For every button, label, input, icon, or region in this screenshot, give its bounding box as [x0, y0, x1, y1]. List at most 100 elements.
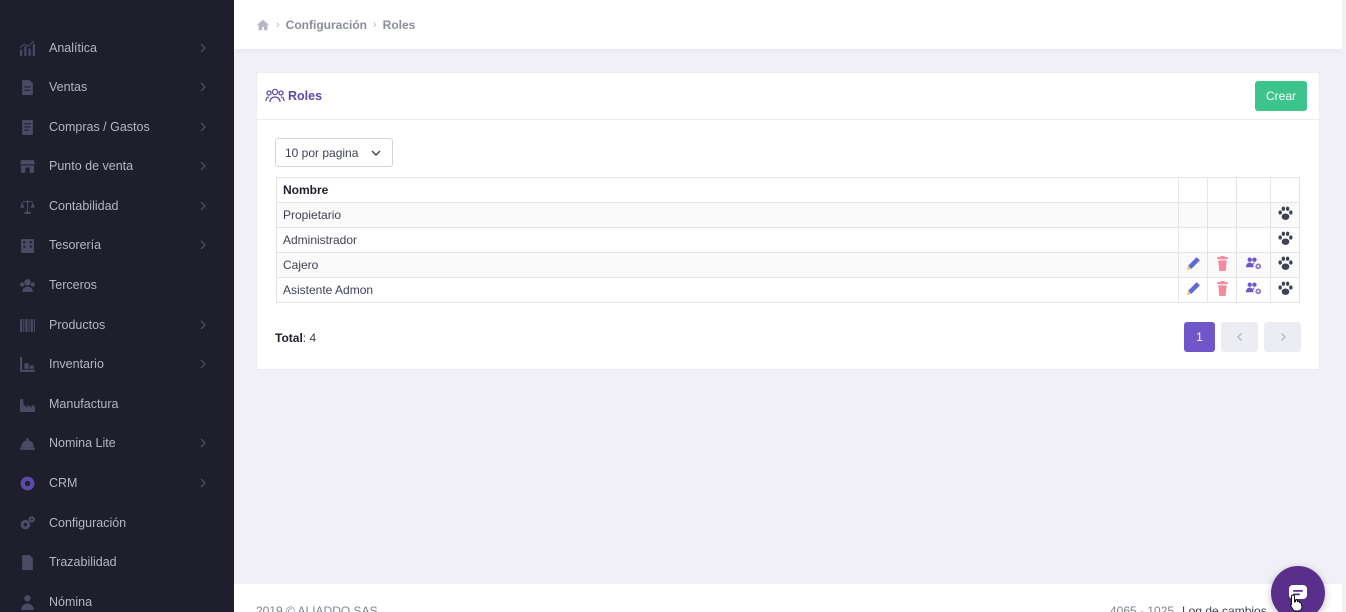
sidebar: Analítica Ventas Compras / Gastos Punto … — [0, 0, 234, 612]
per-page-select[interactable]: 10 por pagina — [275, 138, 393, 167]
sidebar-item-label: Terceros — [49, 278, 97, 292]
sidebar-item-compras[interactable]: Compras / Gastos — [0, 107, 234, 147]
trash-delete-icon[interactable] — [1213, 255, 1231, 273]
create-button[interactable]: Crear — [1255, 81, 1307, 111]
role-name: Cajero — [276, 252, 1179, 278]
role-name: Asistente Admon — [276, 277, 1179, 303]
scale-icon — [18, 197, 36, 215]
sidebar-item-manufactura[interactable]: Manufactura — [0, 384, 234, 424]
total-value: : 4 — [302, 331, 317, 345]
paw-permissions-icon[interactable] — [1276, 230, 1294, 248]
breadcrumb-item-roles: Roles — [382, 17, 416, 32]
sidebar-item-nomina-lite[interactable]: Nomina Lite — [0, 423, 234, 463]
breadcrumb-item-configuracion[interactable]: Configuración — [286, 18, 367, 32]
role-name: Propietario — [276, 202, 1179, 228]
hand-cursor-icon — [1289, 594, 1303, 612]
factory-icon — [18, 395, 36, 413]
column-header-users — [1236, 177, 1271, 203]
sidebar-item-label: Inventario — [49, 357, 104, 371]
empty-cell — [1207, 202, 1237, 228]
building-icon — [18, 236, 36, 254]
sidebar-item-productos[interactable]: Productos — [0, 305, 234, 345]
table-header-row: Nombre — [276, 177, 1300, 203]
sidebar-item-crm[interactable]: CRM — [0, 463, 234, 503]
next-page-button[interactable] — [1264, 322, 1301, 352]
sidebar-item-label: Nomina Lite — [49, 436, 116, 450]
empty-cell — [1236, 202, 1271, 228]
bell-icon — [18, 434, 36, 452]
trash-delete-icon[interactable] — [1213, 280, 1231, 298]
sidebar-item-nomina[interactable]: Nómina — [0, 582, 234, 612]
empty-cell — [1178, 202, 1208, 228]
chevron-right-icon — [196, 436, 210, 450]
card-title: Roles — [265, 88, 322, 104]
sidebar-item-contabilidad[interactable]: Contabilidad — [0, 186, 234, 226]
changelog-link[interactable]: Log de cambios — [1182, 604, 1267, 612]
footer-copyright: 2019 © ALIADDO SAS — [256, 604, 378, 612]
chart-bars-icon — [18, 39, 36, 57]
pencil-edit-icon[interactable] — [1184, 280, 1202, 298]
users-group-icon — [265, 88, 285, 104]
column-header-delete — [1207, 177, 1237, 203]
sidebar-item-punto-de-venta[interactable]: Punto de venta — [0, 146, 234, 186]
sidebar-item-trazabilidad[interactable]: Trazabilidad — [0, 542, 234, 582]
sidebar-item-label: Ventas — [49, 80, 88, 94]
column-header-nombre[interactable]: Nombre — [276, 177, 1179, 203]
page-button-current[interactable]: 1 — [1184, 322, 1215, 352]
sidebar-item-label: Trazabilidad — [49, 555, 117, 569]
breadcrumb: › Configuración › Roles — [256, 18, 415, 32]
prev-page-button[interactable] — [1221, 322, 1258, 352]
table-row: Cajero — [276, 252, 1300, 278]
chevron-right-icon — [196, 159, 210, 173]
roles-card: Roles Crear 10 por pagina Nombre Propiet… — [256, 72, 1320, 370]
users-settings-icon[interactable] — [1245, 255, 1263, 273]
sidebar-item-label: Configuración — [49, 516, 127, 530]
chevron-right-icon — [196, 41, 210, 55]
page-edge — [1342, 0, 1346, 612]
table-row: Asistente Admon — [276, 277, 1300, 303]
sidebar-item-inventario[interactable]: Inventario — [0, 344, 234, 384]
sidebar-item-terceros[interactable]: Terceros — [0, 265, 234, 305]
users-settings-icon[interactable] — [1245, 280, 1263, 298]
users-icon — [18, 276, 36, 294]
pencil-edit-icon[interactable] — [1184, 255, 1202, 273]
paw-permissions-icon[interactable] — [1276, 255, 1294, 273]
empty-cell — [1178, 227, 1208, 253]
paw-permissions-icon[interactable] — [1276, 280, 1294, 298]
roles-table: Nombre Propietario Administrador Cajero … — [276, 177, 1300, 303]
pagination: 1 — [1184, 322, 1301, 352]
topbar: › Configuración › Roles — [234, 0, 1342, 49]
per-page-value: 10 por pagina — [285, 145, 359, 160]
table-row: Administrador — [276, 227, 1300, 253]
sidebar-item-label: Contabilidad — [49, 199, 119, 213]
chevron-right-icon — [196, 238, 210, 252]
settings-gear-icon — [18, 474, 36, 492]
sidebar-item-configuracion[interactable]: Configuración — [0, 503, 234, 543]
breadcrumb-separator: › — [276, 18, 280, 31]
store-icon — [18, 157, 36, 175]
sidebar-item-analitica[interactable]: Analítica — [0, 28, 234, 68]
footer-version: 4065 - 1025 — [1110, 604, 1175, 612]
sidebar-item-tesoreria[interactable]: Tesorería — [0, 225, 234, 265]
sidebar-item-label: CRM — [49, 476, 78, 490]
sidebar-item-label: Tesorería — [49, 238, 102, 252]
footer: 2019 © ALIADDO SAS 4065 - 1025 Log de ca… — [234, 584, 1342, 612]
chevron-right-icon — [196, 80, 210, 94]
sidebar-item-label: Compras / Gastos — [49, 120, 150, 134]
chevron-right-icon — [196, 120, 210, 134]
role-name: Administrador — [276, 227, 1179, 253]
paw-permissions-icon[interactable] — [1276, 205, 1294, 223]
chevron-right-icon — [1280, 333, 1286, 341]
chevron-left-icon — [1236, 333, 1242, 341]
home-icon[interactable] — [256, 18, 270, 32]
sidebar-item-label: Nómina — [49, 595, 93, 609]
sidebar-item-label: Manufactura — [49, 397, 119, 411]
breadcrumb-separator: › — [373, 18, 377, 31]
sidebar-item-label: Productos — [49, 318, 106, 332]
total-count: Total: 4 — [275, 331, 316, 345]
chevron-down-icon — [370, 147, 382, 159]
table-row: Propietario — [276, 202, 1300, 228]
sidebar-item-ventas[interactable]: Ventas — [0, 67, 234, 107]
chevron-right-icon — [196, 318, 210, 332]
empty-cell — [1236, 227, 1271, 253]
